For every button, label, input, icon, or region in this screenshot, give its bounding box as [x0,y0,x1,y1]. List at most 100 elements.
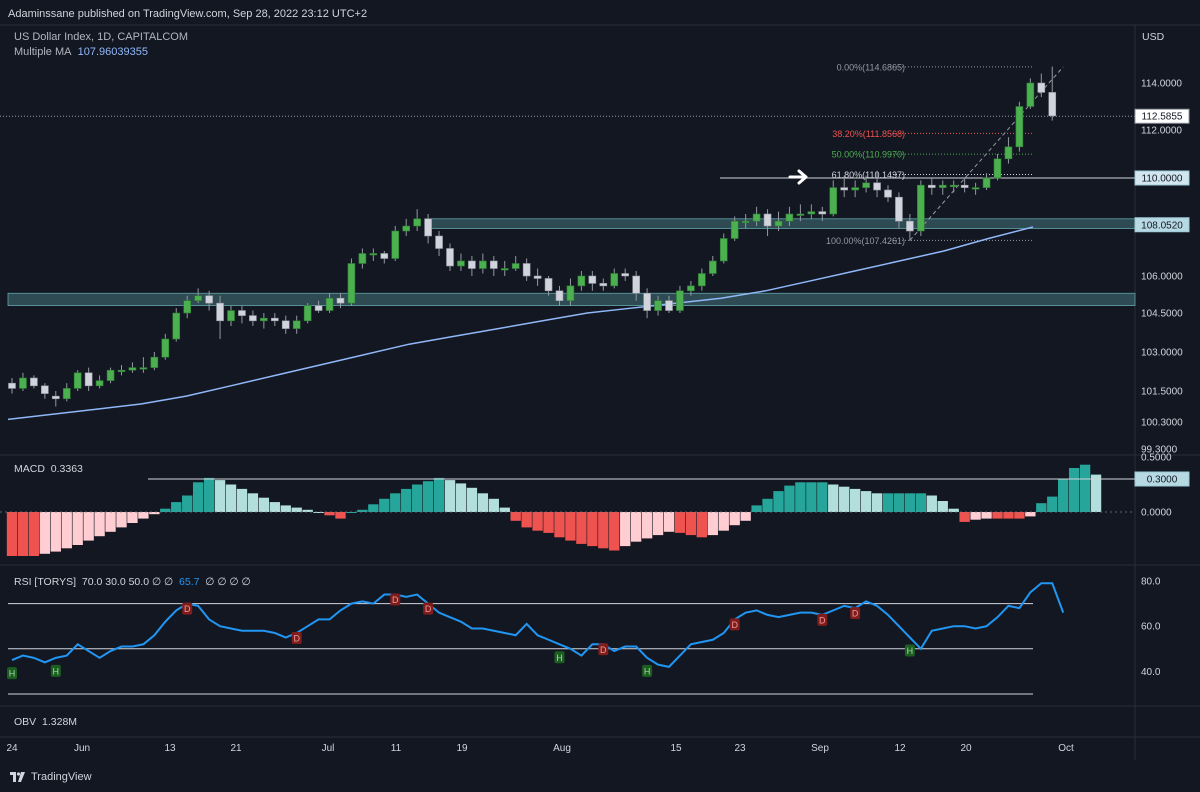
candle-body [457,260,465,267]
candle-body [117,369,126,373]
candle-body [949,184,958,187]
macd-histogram-bar [182,495,193,512]
candle-body [30,377,38,387]
macd-histogram-bar [1090,474,1102,512]
candle-body [741,220,750,223]
fib-label-38-20: 38.20%(111.8568) [832,129,905,139]
candle-body [489,260,498,269]
time-tick-label: Oct [1058,743,1074,754]
macd-histogram-bar [390,493,401,512]
candle-body [632,275,640,294]
macd-histogram-bar [433,477,445,512]
macd-histogram-bar [1003,512,1014,519]
candle-body [884,189,892,198]
rsi-marker-text: D [731,620,738,630]
macd-histogram-bar [882,493,894,512]
candle-body [851,187,859,191]
macd-histogram-bar [477,493,489,512]
rsi-marker-text: D [600,645,607,655]
time-tick-label: 12 [894,743,906,754]
macd-level-tag-text: 0.3000 [1147,475,1178,486]
candle-body [522,263,531,277]
candle-body [1004,146,1013,160]
price-tick-label: 106.0000 [1141,272,1183,283]
macd-histogram-bar [138,512,149,519]
rsi-marker-text: D [184,604,191,614]
candle-body [917,184,925,232]
candle-body [139,367,148,370]
rsi-marker-text: D [819,615,826,625]
macd-histogram-bar [401,488,412,512]
rsi-marker-text: D [852,609,859,619]
macd-histogram-bar [860,491,872,512]
candle-body [555,290,564,301]
candle-body [369,253,378,256]
candle-body [500,268,509,271]
macd-histogram-bar [554,512,565,538]
chart-canvas[interactable]: 0.00%(114.6865) 38.20%(111.8568) 50.00%(11… [0,0,1200,792]
macd-histogram-bar [1058,479,1069,512]
macd-histogram-bar [269,502,280,512]
candle-body [577,275,586,287]
price-tick-label: 104.5000 [1141,309,1183,320]
candle-body [708,260,717,274]
macd-histogram-bar [598,512,609,549]
macd-histogram-bar [313,512,324,513]
candle-body [84,372,93,387]
candle-body [8,382,16,389]
fib-label-0-00: 0.00%(114.6865) [837,62,905,72]
macd-histogram-bar [258,497,270,512]
macd-histogram-bar [510,512,521,521]
macd-histogram-bar [422,481,434,512]
macd-histogram-bar [280,505,291,512]
macd-histogram-bar [1014,512,1025,519]
candle-body [402,225,411,232]
price-highlight-tag-text: 108.0520 [1141,220,1183,231]
time-tick-label: Aug [553,743,571,754]
candle-body [446,248,454,267]
macd-histogram-bar [160,508,171,512]
macd-histogram-bar [203,477,215,512]
candle-body [205,295,213,304]
rsi-marker-text: D [392,595,399,605]
macd-histogram-bar [1025,512,1036,517]
candle-body [336,297,345,304]
candle-body [19,377,27,389]
candle-body [128,367,137,371]
candle-body [862,182,870,188]
candle-body [358,253,367,264]
macd-histogram-bar [674,512,686,533]
candle-body [73,372,82,389]
candle-body [698,273,706,287]
macd-histogram-bar [444,480,456,512]
macd-histogram-bar [641,512,653,539]
macd-histogram-bar [94,512,105,537]
candle-body [303,305,312,322]
candle-body [785,213,794,222]
candle-body [818,211,827,215]
macd-histogram-bar [1036,503,1047,512]
candle-body [906,220,914,232]
candle-body [347,263,356,304]
rsi-tick-label: 80.0 [1141,577,1161,588]
macd-histogram-bar [499,507,510,512]
moving-average-line [7,226,1034,421]
candle-body [719,238,728,262]
macd-histogram-bar [50,512,61,552]
time-tick-label: 15 [670,743,682,754]
macd-histogram-bar [291,507,302,512]
macd-histogram-bar [970,512,981,520]
macd-histogram-bar [28,512,40,556]
macd-histogram-bar [324,512,335,516]
macd-histogram-bar [247,493,259,512]
candle-body [511,263,520,269]
macd-histogram-bar [784,485,795,512]
macd-histogram-bar [61,512,72,549]
candle-body [654,300,662,311]
candle-body [566,285,575,301]
time-tick-label: 24 [6,743,18,754]
macd-tick-label: 0.5000 [1141,453,1172,464]
macd-histogram-bar [773,491,784,512]
candle-body [895,196,903,222]
candle-body [982,177,991,188]
